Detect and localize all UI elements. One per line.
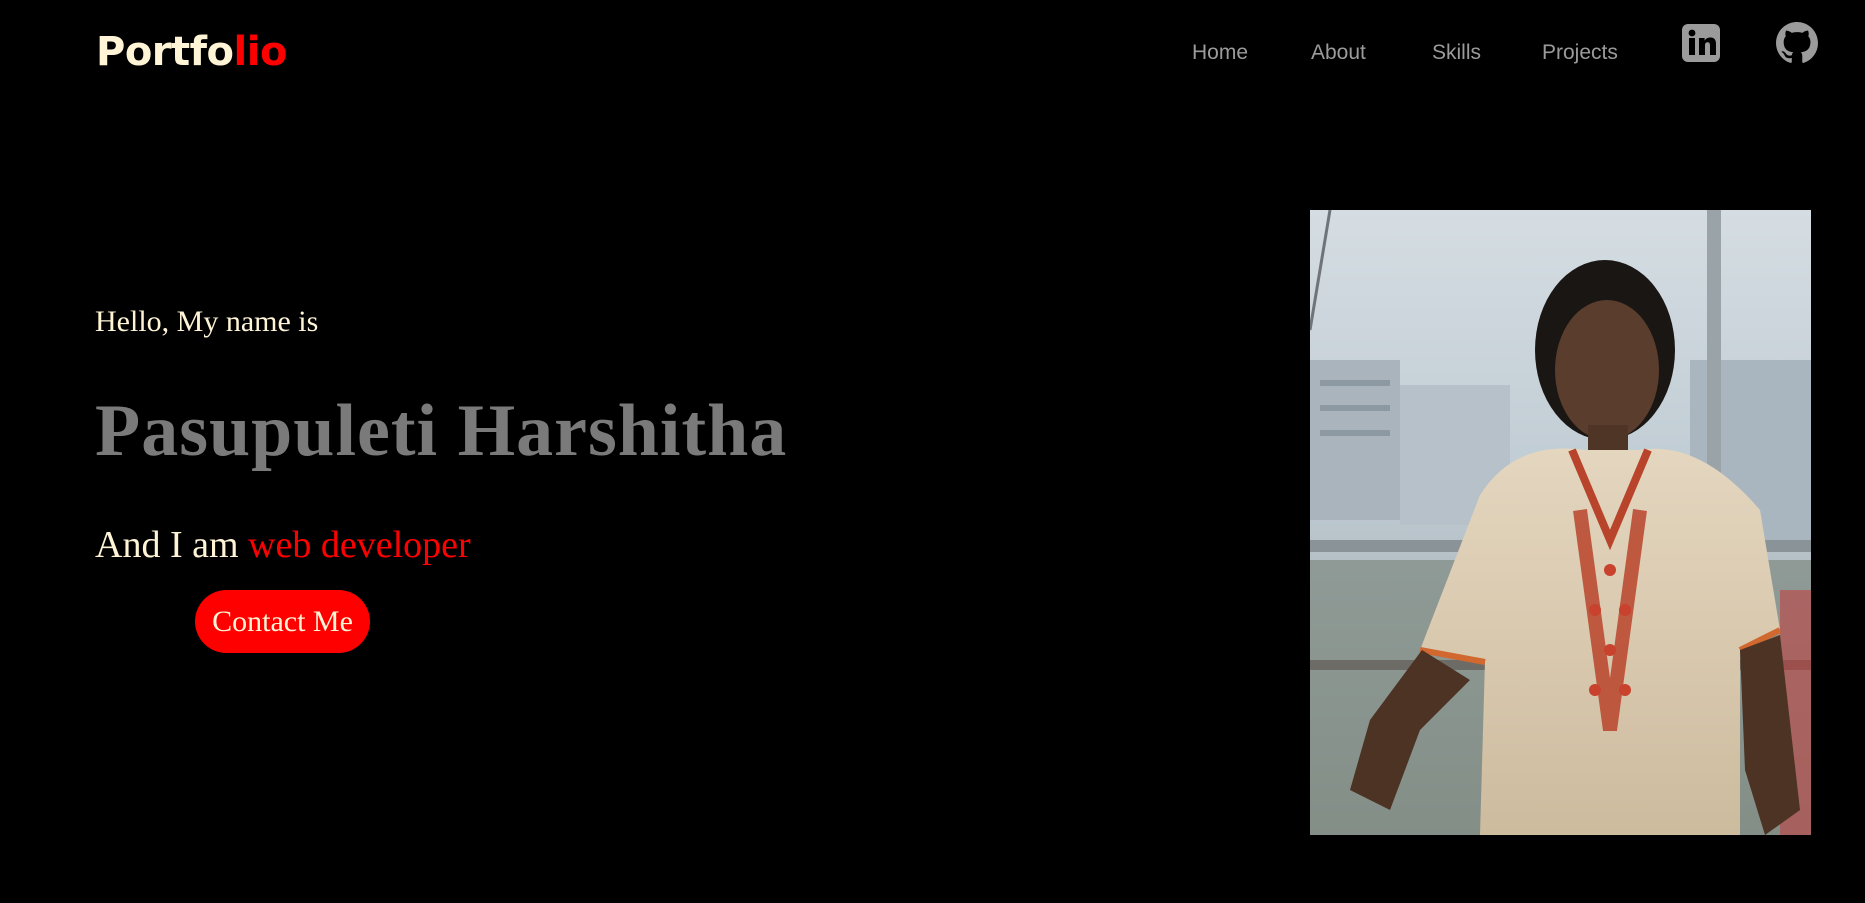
logo-accent-text: lio <box>233 29 288 75</box>
nav-skills[interactable]: Skills <box>1432 40 1481 66</box>
linkedin-icon <box>1682 24 1720 62</box>
nav-home[interactable]: Home <box>1192 40 1248 66</box>
developer-name: Pasupuleti Harshitha <box>95 390 788 472</box>
portrait-illustration <box>1310 210 1811 835</box>
nav-projects[interactable]: Projects <box>1542 40 1618 66</box>
logo[interactable]: Portfolio <box>96 26 287 78</box>
role-text: web developer <box>248 524 471 566</box>
logo-main-text: Portfo <box>96 29 234 75</box>
github-icon <box>1776 22 1818 63</box>
profile-photo <box>1310 210 1811 835</box>
linkedin-link[interactable] <box>1680 22 1722 64</box>
contact-me-button[interactable]: Contact Me <box>195 590 370 653</box>
greeting-text: Hello, My name is <box>95 305 319 338</box>
role-line: And I am web developer <box>95 521 471 569</box>
nav-about[interactable]: About <box>1311 40 1366 66</box>
github-link[interactable] <box>1776 22 1818 64</box>
role-prefix: And I am <box>95 524 249 566</box>
